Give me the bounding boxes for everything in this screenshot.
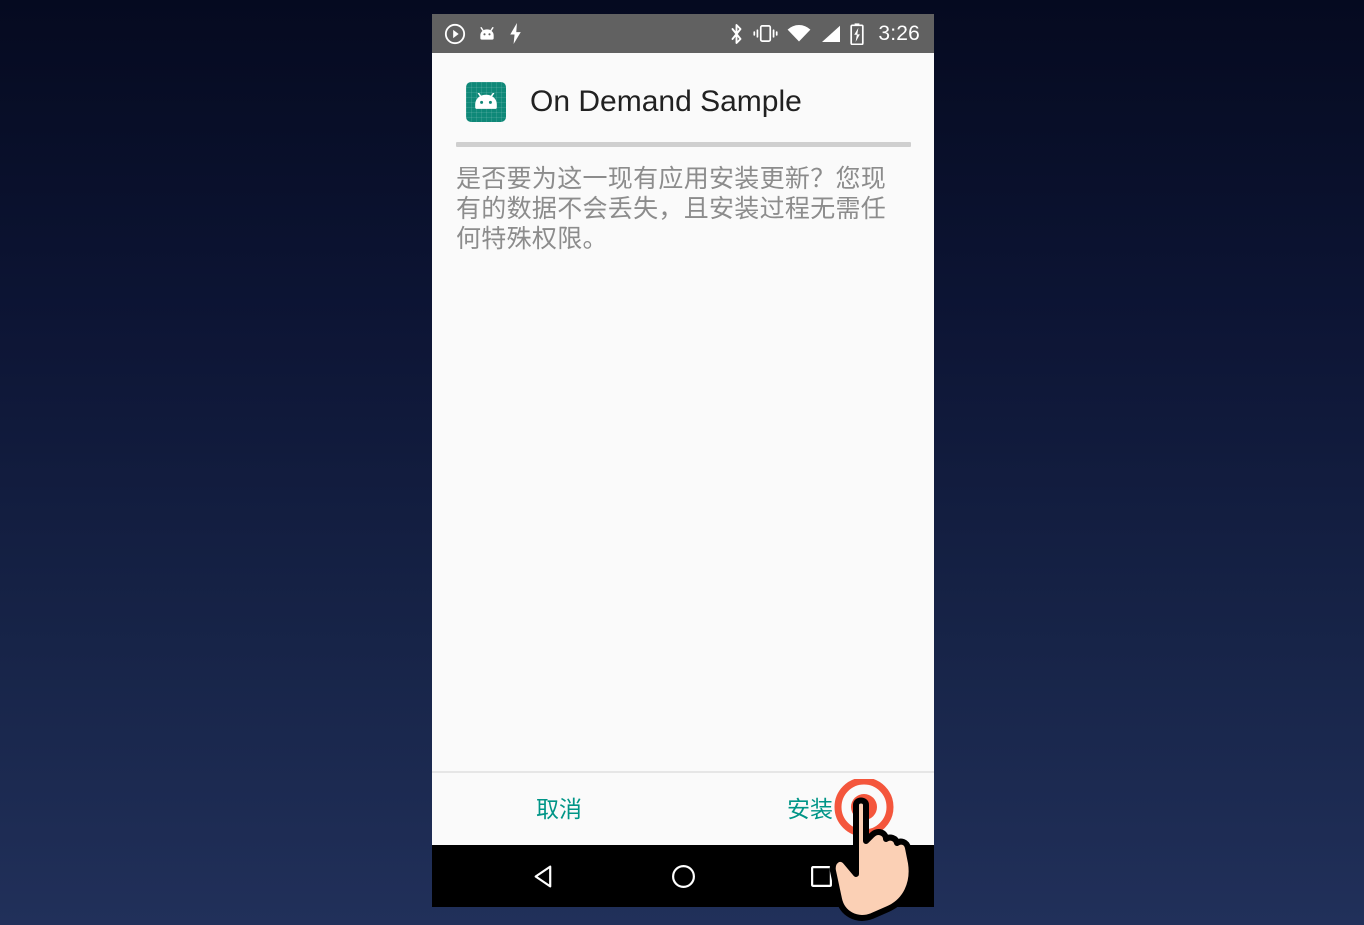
desktop-background: 3:26 On Demand Sample 是否要为这一现有应用安装更新？您现有…: [0, 0, 1364, 925]
android-head-icon: [480, 26, 494, 40]
app-title: On Demand Sample: [530, 84, 802, 118]
recents-square-icon: [810, 865, 832, 887]
cancel-button[interactable]: 取消: [536, 773, 582, 845]
cellular-signal-icon: [822, 25, 841, 42]
status-bar-left-icons: [444, 23, 523, 45]
android-app-icon: [466, 81, 506, 122]
nav-home-button[interactable]: [643, 845, 723, 907]
wifi-icon: [787, 24, 811, 41]
nav-recents-button[interactable]: [781, 845, 861, 907]
vibrate-icon: [753, 25, 778, 42]
navigation-bar: [432, 845, 934, 907]
phone-screen: 3:26 On Demand Sample 是否要为这一现有应用安装更新？您现有…: [432, 14, 934, 907]
bluetooth-icon: [731, 23, 742, 44]
bolt-icon: [510, 23, 521, 44]
home-circle-icon: [671, 864, 695, 888]
app-header: On Demand Sample: [432, 53, 934, 150]
dialog-message: 是否要为这一现有应用安装更新？您现有的数据不会丢失，且安装过程无需任何特殊权限。: [456, 165, 887, 253]
battery-charging-icon: [850, 22, 864, 45]
play-circle-icon: [444, 23, 466, 44]
status-bar-clock: 3:26: [878, 21, 920, 45]
nav-back-button[interactable]: [504, 845, 584, 907]
status-bar: 3:26: [432, 14, 934, 53]
dialog-button-bar: 取消 安装: [432, 771, 934, 845]
title-divider: [456, 142, 911, 147]
back-triangle-icon: [534, 865, 551, 887]
install-button[interactable]: 安装: [787, 773, 833, 845]
status-bar-right-icons: 3:26: [729, 22, 920, 46]
